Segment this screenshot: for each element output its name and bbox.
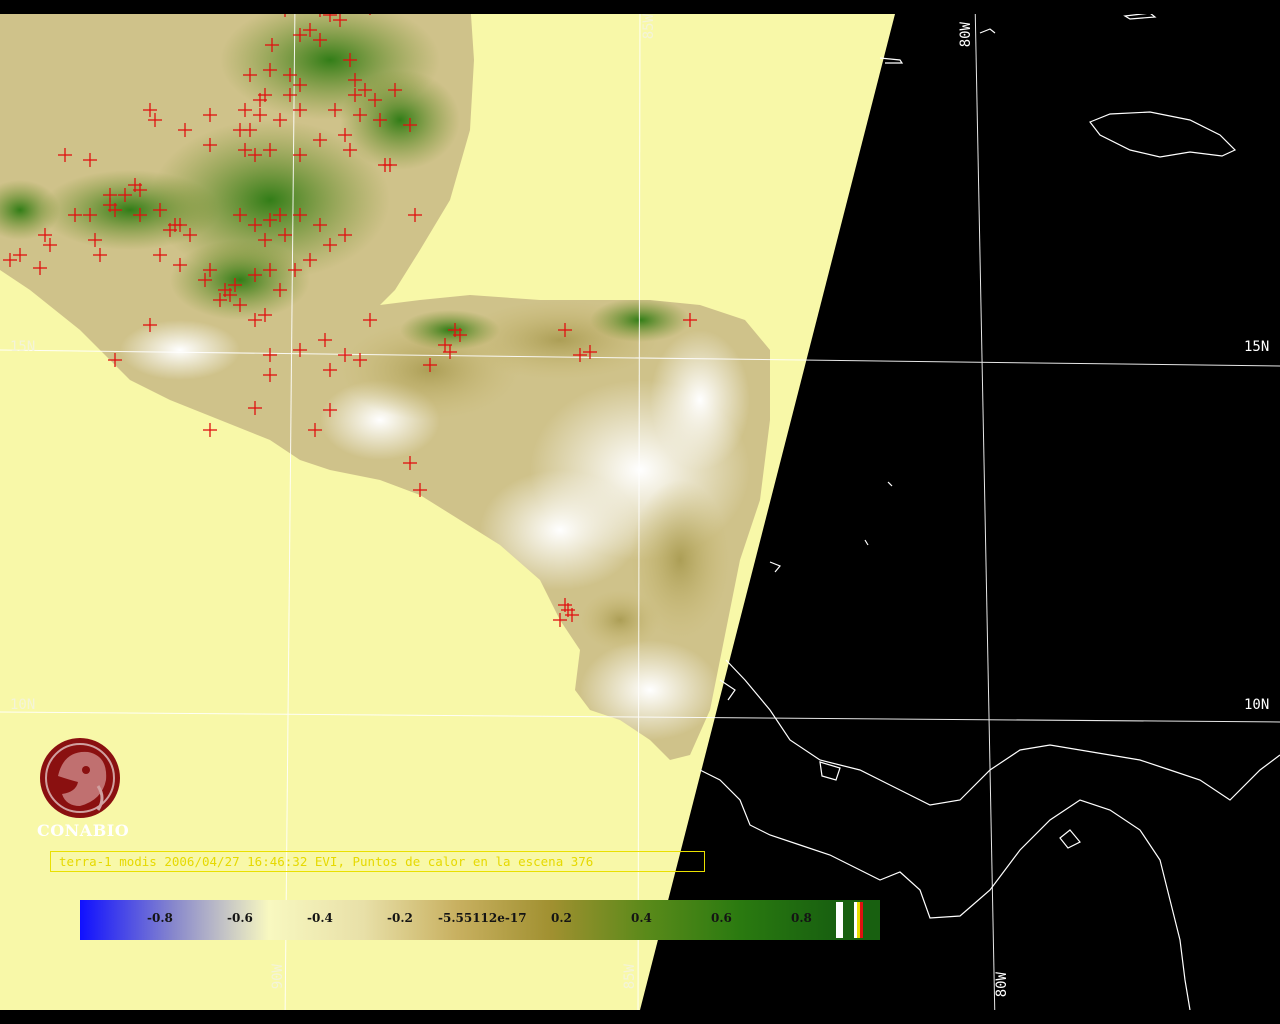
map-viewport: 15N 15N 10N 10N 85W 80W 90W 85W 80W CONA… [0, 0, 1280, 1024]
colorbar-label: -0.6 [227, 911, 253, 925]
lon-label-80w-bottom: 80W [994, 972, 1010, 998]
colorbar-label: 0.6 [711, 911, 732, 925]
colorbar-label: -5.55112e-17 [438, 911, 527, 925]
colorbar-label: 0.8 [791, 911, 812, 925]
lon-label-85w-bottom: 85W [622, 964, 638, 990]
lon-label-80w-top: 80W [958, 22, 974, 48]
lon-label-90w-bottom: 90W [270, 964, 286, 990]
colorbar-label: 0.2 [551, 911, 572, 925]
lon-label-85w-top: 85W [641, 14, 657, 40]
lat-label-10n-right: 10N [1244, 697, 1270, 713]
colorbar-label: -0.4 [307, 911, 333, 925]
colorbar-label: 0.4 [631, 911, 652, 925]
image-caption: terra-1 modis 2006/04/27 16:46:32 EVI, P… [50, 851, 705, 872]
colorbar-label: -0.2 [387, 911, 413, 925]
colorbar-label: -0.8 [147, 911, 173, 925]
lat-label-15n-right: 15N [1244, 339, 1270, 355]
lat-label-15n-left: 15N [10, 339, 36, 355]
lat-label-10n-left: 10N [10, 697, 36, 713]
conabio-logo-text: CONABIO [37, 821, 130, 840]
